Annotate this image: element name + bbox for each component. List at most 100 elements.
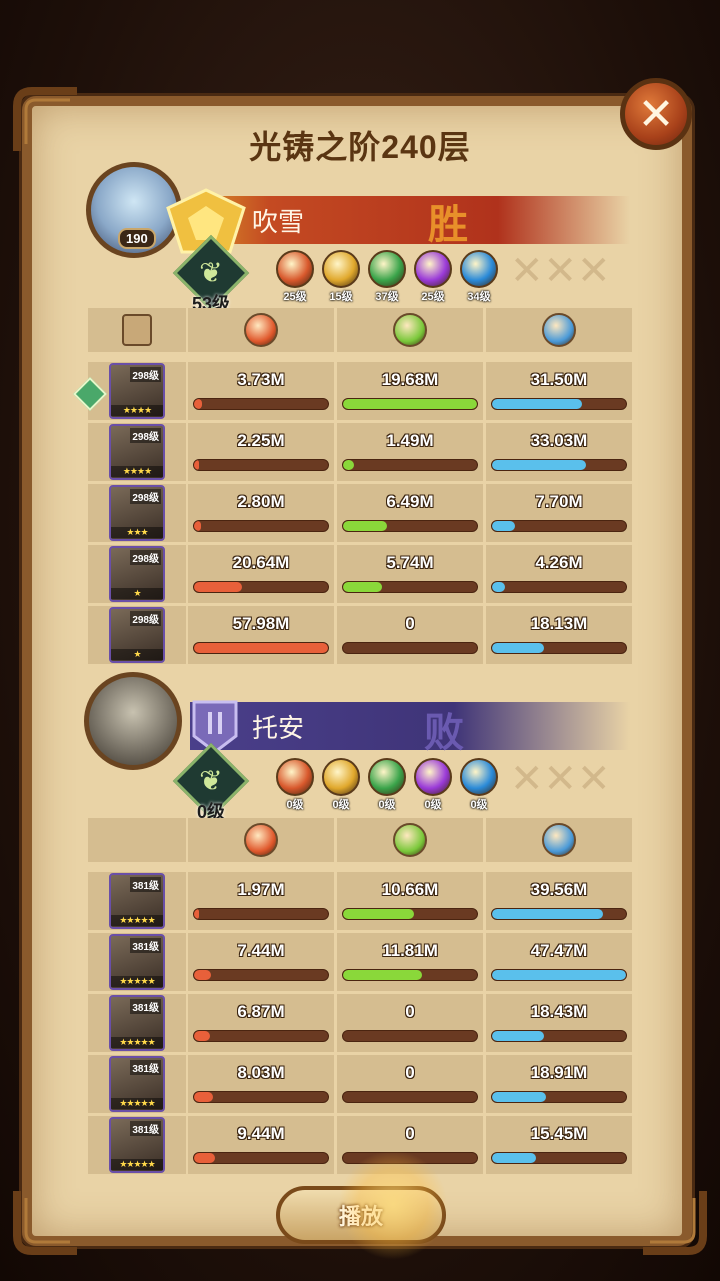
shield-bar-fill: [492, 643, 545, 653]
damage-value: 1.97M: [237, 880, 285, 899]
water-faction-icon[interactable]: [460, 250, 498, 288]
damage-bar-fill: [194, 582, 243, 592]
damage-bar: [193, 969, 329, 981]
shield-value: 31.50M: [530, 370, 588, 389]
damage-bar-fill: [194, 399, 203, 409]
hero-portrait[interactable]: 298级 ★: [109, 546, 165, 602]
shield-bar-fill: [492, 460, 586, 470]
shield-bar: [491, 969, 627, 981]
damage-bar-fill: [194, 1031, 211, 1041]
shield-value: 18.91M: [530, 1063, 588, 1082]
decorative-pattern: ✕✕✕: [510, 757, 611, 801]
shield-bar-fill: [492, 582, 506, 592]
hero-level: 381级: [130, 1121, 161, 1136]
faction-level: 37级: [375, 291, 399, 303]
damage-bar: [193, 908, 329, 920]
damage-bar-fill: [194, 1092, 213, 1102]
heal-icon: [393, 313, 427, 347]
heal-value: 10.66M: [381, 880, 439, 899]
heal-bar: [342, 398, 478, 410]
damage-value: 9.44M: [237, 1124, 285, 1143]
hero-stars: ★★★: [111, 527, 163, 538]
hero-level: 381级: [130, 999, 161, 1014]
nature-faction-icon[interactable]: [368, 758, 406, 796]
shield-bar-fill: [492, 1153, 537, 1163]
team2-result: 败: [424, 711, 464, 755]
shield-icon: [542, 823, 576, 857]
shield-bar-fill: [492, 909, 604, 919]
void-faction-icon[interactable]: [414, 758, 452, 796]
heal-bar: [342, 969, 478, 981]
hero-stars: ★: [111, 588, 163, 599]
shield-bar-fill: [492, 399, 582, 409]
team2-avatar[interactable]: [84, 672, 182, 770]
close-button[interactable]: ✕: [620, 78, 692, 150]
hero-portrait[interactable]: 381级 ★★★★★: [109, 1056, 165, 1112]
shield-bar-fill: [492, 521, 515, 531]
damage-bar: [193, 398, 329, 410]
nature-faction-icon[interactable]: [368, 250, 406, 288]
hero-portrait[interactable]: 381级 ★★★★★: [109, 934, 165, 990]
damage-bar: [193, 459, 329, 471]
faction-level: 0级: [424, 799, 442, 811]
void-faction-icon[interactable]: [414, 250, 452, 288]
heal-bar-fill: [343, 521, 388, 531]
team2-name: 托安: [252, 712, 305, 743]
damage-bar: [193, 1091, 329, 1103]
hero-portrait[interactable]: 381级 ★★★★★: [109, 995, 165, 1051]
light-faction-icon[interactable]: [322, 758, 360, 796]
shield-bar: [491, 459, 627, 471]
damage-value: 6.87M: [237, 1002, 285, 1021]
hero-portrait[interactable]: 298级 ★: [109, 607, 165, 663]
corner-ornament: [638, 1186, 708, 1256]
heal-bar: [342, 520, 478, 532]
hero-portrait[interactable]: 381级 ★★★★★: [109, 1117, 165, 1173]
fire-faction-icon[interactable]: [276, 758, 314, 796]
damage-bar-fill: [194, 521, 201, 531]
heal-icon: [393, 823, 427, 857]
damage-icon: [244, 823, 278, 857]
heal-value: 0: [405, 1063, 415, 1082]
hero-portrait[interactable]: 298级 ★★★: [109, 485, 165, 541]
heal-bar: [342, 581, 478, 593]
hero-level: 298级: [130, 428, 161, 443]
damage-bar: [193, 581, 329, 593]
damage-bar-fill: [194, 970, 212, 980]
faction-level: 0级: [378, 799, 396, 811]
fire-faction-icon[interactable]: [276, 250, 314, 288]
heal-value: 5.74M: [386, 553, 434, 572]
page-title: 光铸之阶240层: [249, 129, 471, 165]
play-glow: [338, 1150, 448, 1260]
shield-bar: [491, 398, 627, 410]
faction-level: 34级: [467, 291, 491, 303]
team2-banner: 托安: [190, 702, 630, 750]
scroll-icon[interactable]: [122, 314, 152, 346]
team1-name: 吹雪: [252, 206, 305, 237]
shield-value: 39.56M: [530, 880, 588, 899]
damage-bar: [193, 520, 329, 532]
hero-portrait[interactable]: 381级 ★★★★★: [109, 873, 165, 929]
hero-stars: ★★★★★: [111, 976, 163, 987]
hero-level: 298级: [130, 550, 161, 565]
heal-value: 0: [405, 614, 415, 633]
shield-icon: [542, 313, 576, 347]
hero-level: 381级: [130, 938, 161, 953]
heal-bar: [342, 459, 478, 471]
water-faction-icon[interactable]: [460, 758, 498, 796]
heal-value: 6.49M: [386, 492, 434, 511]
hero-portrait[interactable]: 298级 ★★★★: [109, 424, 165, 480]
damage-value: 57.98M: [232, 614, 290, 633]
heal-bar: [342, 908, 478, 920]
damage-bar-fill: [194, 909, 200, 919]
shield-bar: [491, 1091, 627, 1103]
shield-value: 4.26M: [535, 553, 583, 572]
hero-portrait[interactable]: 298级 ★★★★: [109, 363, 165, 419]
shield-value: 47.47M: [530, 941, 588, 960]
damage-bar: [193, 1030, 329, 1042]
shield-value: 7.70M: [535, 492, 583, 511]
faction-level: 15级: [329, 291, 353, 303]
light-faction-icon[interactable]: [322, 250, 360, 288]
shield-value: 15.45M: [530, 1124, 588, 1143]
heal-bar: [342, 1030, 478, 1042]
damage-icon: [244, 313, 278, 347]
